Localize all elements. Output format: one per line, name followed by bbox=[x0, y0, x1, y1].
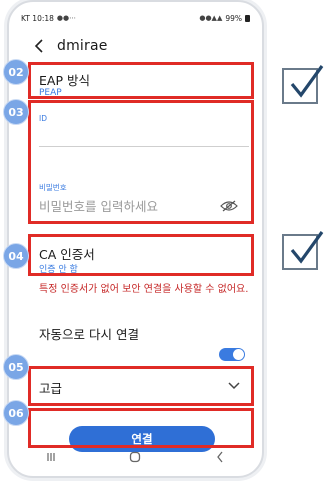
auto-reconnect-row[interactable]: 자동으로 다시 연결 bbox=[17, 320, 254, 364]
checkmark-box-2 bbox=[282, 231, 324, 270]
battery-icon bbox=[245, 14, 250, 22]
status-bar: KT 10:18 ●●⋯ ●●▲▲ 99% bbox=[17, 10, 254, 26]
callout-badge-05: 05 bbox=[3, 354, 29, 380]
callout-badge-06: 06 bbox=[3, 400, 29, 426]
callout-box-advanced bbox=[28, 366, 254, 406]
callout-box-ca-certificate bbox=[28, 234, 254, 276]
callout-box-connect bbox=[28, 408, 254, 448]
page-title: dmirae bbox=[57, 38, 108, 54]
battery-percent: 99% bbox=[225, 13, 242, 23]
auto-reconnect-toggle[interactable] bbox=[219, 348, 245, 361]
callout-box-credentials bbox=[28, 100, 254, 224]
notification-icons: ●●⋯ bbox=[56, 14, 77, 22]
toggle-knob bbox=[233, 349, 244, 360]
ca-warning-text: 특정 인증서가 없어 보안 연결을 사용할 수 없어요. bbox=[39, 284, 249, 295]
checkmark-box-1 bbox=[282, 65, 324, 104]
signal-icons: ●●▲▲ bbox=[199, 14, 223, 22]
top-app-bar: dmirae bbox=[17, 34, 254, 58]
auto-reconnect-label: 자동으로 다시 연결 bbox=[39, 327, 139, 342]
callout-badge-04: 04 bbox=[3, 243, 29, 269]
callout-box-eap-method bbox=[28, 62, 254, 99]
checkmark-icon bbox=[290, 231, 324, 264]
recent-apps-icon[interactable] bbox=[41, 449, 61, 465]
home-icon[interactable] bbox=[125, 449, 145, 465]
checkmark-icon bbox=[290, 65, 324, 98]
callout-badge-03: 03 bbox=[3, 99, 29, 125]
system-nav-bar bbox=[9, 446, 262, 468]
back-arrow-icon[interactable] bbox=[29, 36, 49, 56]
back-nav-icon[interactable] bbox=[210, 449, 230, 465]
status-carrier-time: KT 10:18 bbox=[21, 13, 54, 23]
callout-badge-02: 02 bbox=[3, 59, 29, 85]
